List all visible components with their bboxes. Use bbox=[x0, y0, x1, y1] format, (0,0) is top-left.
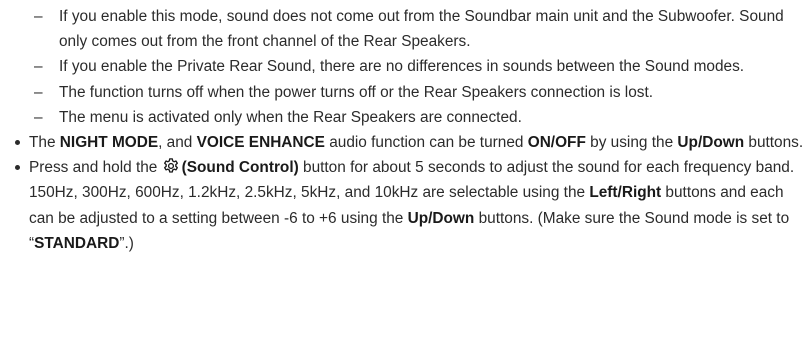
note-text: The menu is activated only when the Rear… bbox=[59, 108, 522, 126]
manual-page: – If you enable this mode, sound does not… bbox=[0, 0, 804, 350]
gear-icon bbox=[162, 157, 180, 175]
standard-term: STANDARD bbox=[34, 234, 120, 252]
note-item: – The function turns off when the power t… bbox=[34, 80, 804, 105]
voice-enhance-term: VOICE ENHANCE bbox=[196, 134, 325, 152]
text-run: The bbox=[29, 134, 60, 152]
night-mode-term: NIGHT MODE bbox=[59, 134, 159, 152]
up-down-term: Up/Down bbox=[677, 134, 745, 152]
note-item: – If you enable the Private Rear Sound, t… bbox=[34, 54, 804, 79]
text-run: audio function can be turned bbox=[324, 134, 528, 152]
dash-marker: – bbox=[34, 83, 43, 101]
left-right-term: Left/Right bbox=[589, 184, 662, 202]
dash-marker: – bbox=[34, 108, 43, 126]
private-rear-sound-notes: – If you enable this mode, sound does not… bbox=[0, 4, 804, 130]
text-run: Press and hold the bbox=[29, 159, 162, 177]
sound-control-bullet: Press and hold the (Sound Control) butto… bbox=[15, 155, 804, 256]
note-text: If you enable the Private Rear Sound, th… bbox=[59, 58, 745, 76]
note-item: – The menu is activated only when the Rea… bbox=[34, 105, 804, 130]
bullet-dot bbox=[15, 140, 20, 146]
note-text: If you enable this mode, sound does not … bbox=[59, 8, 784, 51]
dash-marker: – bbox=[34, 58, 43, 76]
text-run: , and bbox=[158, 134, 197, 152]
note-text: The function turns off when the power tu… bbox=[59, 83, 654, 101]
on-off-term: ON/OFF bbox=[527, 134, 586, 152]
sound-control-term: (Sound Control) bbox=[181, 159, 299, 177]
up-down-term: Up/Down bbox=[407, 209, 475, 227]
text-run: buttons. bbox=[744, 134, 804, 152]
text-run: by using the bbox=[585, 134, 678, 152]
main-bullet-list: The NIGHT MODE, and VOICE ENHANCE audio … bbox=[0, 130, 804, 256]
note-item: – If you enable this mode, sound does not… bbox=[34, 4, 804, 54]
night-mode-bullet: The NIGHT MODE, and VOICE ENHANCE audio … bbox=[15, 130, 804, 155]
dash-marker: – bbox=[34, 8, 43, 25]
text-run: ”.) bbox=[119, 234, 134, 252]
bullet-dot bbox=[15, 165, 20, 171]
